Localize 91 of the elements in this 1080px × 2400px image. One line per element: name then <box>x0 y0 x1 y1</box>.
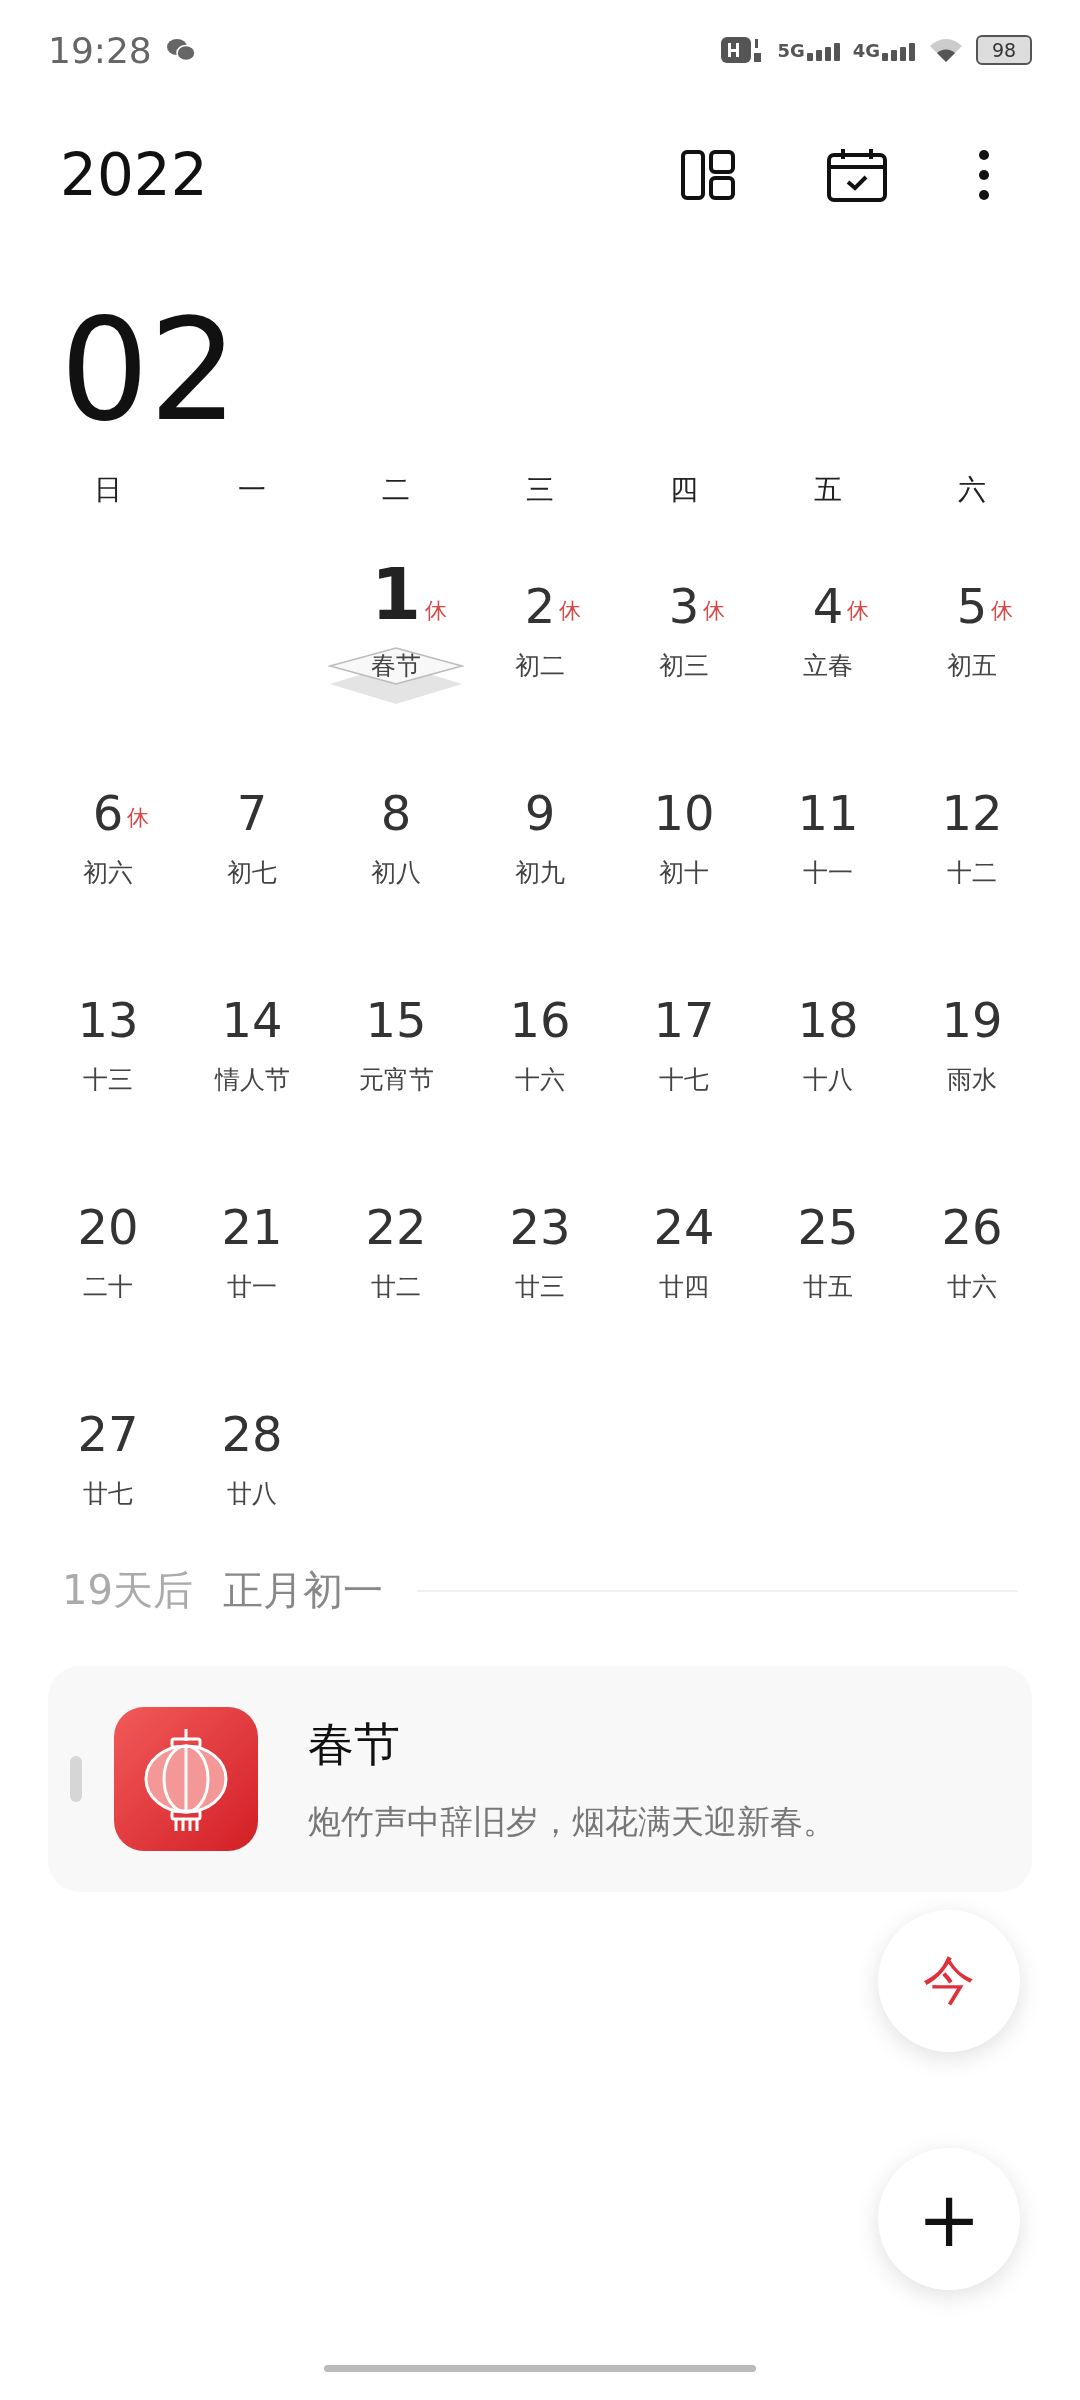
day-number[interactable]: 24 <box>653 1203 715 1251</box>
signal-icon <box>806 42 841 61</box>
day-number[interactable]: 20 <box>77 1203 139 1251</box>
weekday-label: 日 <box>93 472 123 508</box>
day-number[interactable]: 17 <box>653 996 715 1044</box>
lunar-date: 十三 <box>83 1064 133 1096</box>
day-number[interactable]: 7 <box>236 789 268 837</box>
weekday-label: 四 <box>669 472 699 508</box>
calendar-check-icon[interactable] <box>826 147 888 203</box>
network-label: 5G <box>777 39 805 61</box>
day-number[interactable]: 13 <box>77 996 139 1044</box>
holiday-label: 休 <box>127 804 150 832</box>
weekday-label: 一 <box>237 472 267 508</box>
holiday-label: 休 <box>425 597 448 625</box>
day-number[interactable]: 6 <box>92 789 124 837</box>
lunar-date: 廿三 <box>515 1271 565 1303</box>
day-number[interactable]: 22 <box>365 1203 427 1251</box>
day-number[interactable]: 5 <box>956 582 988 630</box>
day-number[interactable]: 14 <box>221 996 283 1044</box>
weekday-label: 三 <box>525 472 555 508</box>
weekday-label: 六 <box>957 472 987 508</box>
day-number[interactable]: 18 <box>797 996 859 1044</box>
weekday-label: 二 <box>381 472 411 508</box>
day-number[interactable]: 4 <box>812 582 844 630</box>
day-number[interactable]: 12 <box>941 789 1003 837</box>
lunar-date: 初三 <box>659 650 709 682</box>
lunar-date: 春节 <box>371 650 421 682</box>
layout-icon[interactable] <box>680 149 736 201</box>
lunar-date: 二十 <box>83 1271 133 1303</box>
day-number[interactable]: 21 <box>221 1203 283 1251</box>
year-title: 2022 <box>60 141 208 209</box>
day-number[interactable]: 26 <box>941 1203 1003 1251</box>
day-number[interactable]: 1 <box>370 558 422 630</box>
lunar-date: 初五 <box>947 650 997 682</box>
lunar-date: 廿二 <box>371 1271 421 1303</box>
lunar-date: 廿八 <box>227 1478 277 1510</box>
lunar-date: 情人节 <box>214 1064 290 1096</box>
lunar-date: 初二 <box>515 650 565 682</box>
day-number[interactable]: 10 <box>653 789 715 837</box>
lunar-date: 初九 <box>515 857 565 889</box>
day-number[interactable]: 15 <box>365 996 427 1044</box>
lunar-date: 十一 <box>803 857 853 889</box>
lunar-date: 十八 <box>803 1064 853 1096</box>
lunar-date: 元宵节 <box>358 1064 434 1096</box>
lunar-date: 廿四 <box>659 1271 709 1303</box>
lantern-icon <box>114 1707 258 1851</box>
lunar-date: 初七 <box>227 857 277 889</box>
weekday-label: 五 <box>813 472 843 508</box>
lunar-date: 廿一 <box>227 1271 277 1303</box>
lunar-date-text: 正月初一 <box>222 1566 383 1615</box>
lunar-date: 初六 <box>83 857 133 889</box>
lunar-date: 十六 <box>515 1064 565 1096</box>
day-number[interactable]: 8 <box>380 789 412 837</box>
day-number[interactable]: 16 <box>509 996 571 1044</box>
day-number[interactable]: 3 <box>668 582 700 630</box>
holiday-label: 休 <box>847 597 870 625</box>
lunar-date: 初十 <box>659 857 709 889</box>
countdown-text: 19天后 <box>62 1566 193 1615</box>
signal-icon <box>882 42 916 61</box>
event-description: 炮竹声中辞旧岁，烟花满天迎新春。 <box>308 1800 836 1843</box>
month-title: 02 <box>59 294 240 448</box>
event-card[interactable]: 春节 炮竹声中辞旧岁，烟花满天迎新春。 <box>48 1666 1032 1892</box>
day-number[interactable]: 2 <box>524 582 556 630</box>
day-number[interactable]: 19 <box>941 996 1003 1044</box>
lunar-date: 廿五 <box>803 1271 853 1303</box>
lunar-date: 立春 <box>803 650 853 682</box>
lunar-date: 雨水 <box>947 1064 997 1096</box>
event-title: 春节 <box>308 1715 401 1773</box>
wifi-icon <box>928 36 964 64</box>
network-label: 4G <box>852 39 880 61</box>
holiday-label: 休 <box>703 597 726 625</box>
lunar-date: 初八 <box>371 857 421 889</box>
holiday-label: 休 <box>559 597 582 625</box>
status-time: 19:28 <box>48 29 152 71</box>
lunar-date: 廿六 <box>947 1271 997 1303</box>
day-number[interactable]: 28 <box>221 1410 283 1458</box>
battery-indicator: 98 <box>976 35 1032 65</box>
chat-bubbles-icon <box>165 37 196 63</box>
more-icon[interactable] <box>978 149 990 201</box>
day-number[interactable]: 11 <box>797 789 859 837</box>
day-number[interactable]: 25 <box>797 1203 859 1251</box>
add-button[interactable]: + <box>878 2148 1020 2290</box>
day-number[interactable]: 27 <box>77 1410 139 1458</box>
day-number[interactable]: 9 <box>524 789 556 837</box>
holiday-label: 休 <box>991 597 1014 625</box>
lunar-date: 十二 <box>947 857 997 889</box>
lunar-date: 廿七 <box>83 1478 133 1510</box>
today-button[interactable]: 今 <box>878 1910 1020 2052</box>
lunar-date: 十七 <box>659 1064 709 1096</box>
drag-handle <box>70 1756 82 1802</box>
day-number[interactable]: 23 <box>509 1203 571 1251</box>
